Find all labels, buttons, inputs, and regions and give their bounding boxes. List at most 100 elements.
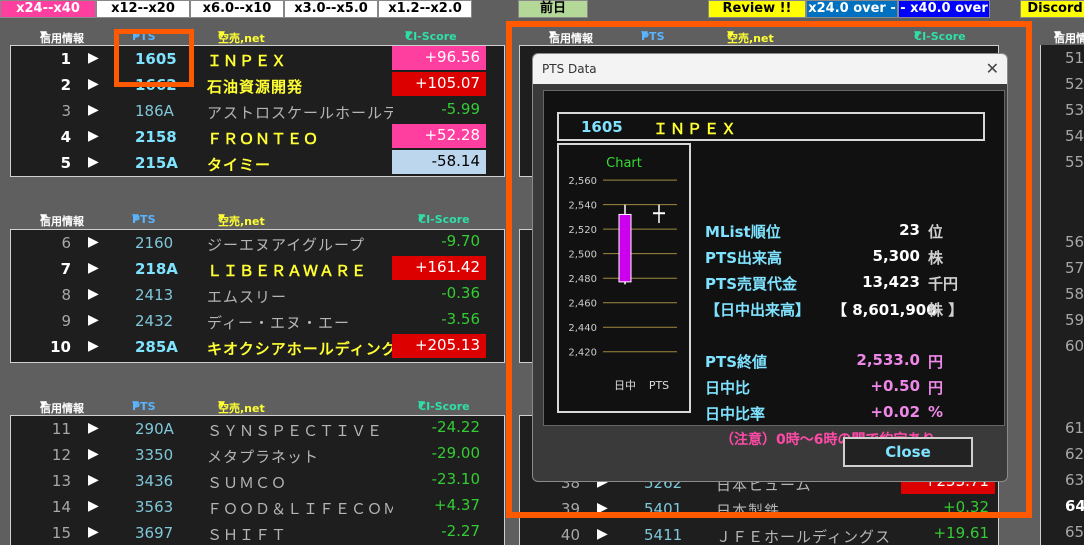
stock-name[interactable]: ディー・エヌ・エー bbox=[207, 312, 393, 333]
table-row[interactable]: 9 ▶ 2432 ディー・エヌ・エー -3.56 bbox=[11, 308, 504, 334]
play-icon[interactable]: ▶ bbox=[88, 446, 99, 462]
rank: 5 bbox=[60, 154, 71, 172]
play-icon[interactable]: ▶ bbox=[88, 76, 99, 92]
ci-score: +52.28 bbox=[392, 124, 486, 148]
stock-code[interactable]: 3436 bbox=[135, 472, 173, 490]
table-row[interactable]: 6 ▶ 2160 ジーエヌアイグループ -9.70 bbox=[11, 230, 504, 256]
play-icon[interactable]: ▶ bbox=[88, 524, 99, 540]
stock-name[interactable]: ＪＦＥホールディングス bbox=[716, 526, 902, 545]
stock-name[interactable]: ＬＩＢＥＲＡＷＡＲＥ bbox=[207, 260, 393, 281]
stock-table-1: 1 ▶ 1605 ＩＮＰＥＸ +96.56 2 ▶ 1662 石油資源開発 +105.07 3 ▶ 18… bbox=[10, 45, 505, 177]
stock-name[interactable]: ＳＹＮＳＰＥＣＴＩＶＥ bbox=[207, 420, 393, 441]
stock-code[interactable]: 2413 bbox=[135, 286, 173, 304]
table-row[interactable]: 13 ▶ 3436 ＳＵＭＣＯ -23.10 bbox=[11, 468, 504, 494]
stock-code[interactable]: 215A bbox=[135, 154, 178, 172]
header-credit[interactable]: 信用情報 bbox=[40, 400, 84, 416]
stock-name[interactable]: ジーエヌアイグループ bbox=[207, 234, 393, 255]
table-row[interactable]: 10 ▶ 285A キオクシアホールディングス +205.13 bbox=[11, 334, 504, 360]
header-score[interactable]: CI-Score bbox=[405, 30, 457, 43]
filter-button[interactable]: - x40.0 over bbox=[898, 0, 990, 18]
stock-name[interactable]: メタプラネット bbox=[207, 446, 393, 467]
rank: 52 bbox=[1065, 75, 1084, 93]
rank: 1 bbox=[60, 50, 71, 68]
header-score[interactable]: CI-Score bbox=[418, 213, 470, 226]
table-row[interactable]: 4 ▶ 2158 ＦＲＯＮＴＥＯ +52.28 bbox=[11, 124, 504, 150]
stock-code[interactable]: 2158 bbox=[135, 128, 177, 146]
table-row[interactable]: 7 ▶ 218A ＬＩＢＥＲＡＷＡＲＥ +161.42 bbox=[11, 256, 504, 282]
stock-name[interactable]: ＦＯＯＤ＆ＬＩＦＥＣＯＭＰ bbox=[207, 498, 393, 519]
rank: 64 bbox=[1065, 497, 1084, 515]
stock-code[interactable]: 218A bbox=[135, 260, 178, 278]
far-right-column: 51 52 53 54 55 56 57 58 59 60 61 62 63 64 65 bbox=[1040, 45, 1084, 545]
play-icon[interactable]: ▶ bbox=[88, 102, 99, 118]
rank: 11 bbox=[51, 420, 71, 438]
highlight-box-code bbox=[114, 29, 194, 87]
stock-name[interactable]: キオクシアホールディングス bbox=[207, 338, 393, 359]
table-row[interactable]: 1 ▶ 1605 ＩＮＰＥＸ +96.56 bbox=[11, 46, 504, 72]
stock-code[interactable]: 285A bbox=[135, 338, 178, 356]
table-row[interactable]: 40 ▶ 5411 ＪＦＥホールディングス +19.61 bbox=[520, 522, 998, 545]
play-icon[interactable]: ▶ bbox=[88, 50, 99, 66]
section-header-1: ▼ 信用情報 ▼ PTS ▼ 空売,net ▼ CI-Score bbox=[10, 26, 505, 46]
filter-button[interactable]: x24--x40 bbox=[0, 0, 96, 18]
stock-name[interactable]: タイミー bbox=[207, 154, 393, 175]
ci-score: +96.56 bbox=[392, 46, 486, 70]
play-icon[interactable]: ▶ bbox=[88, 472, 99, 488]
table-row[interactable]: 5 ▶ 215A タイミー -58.14 bbox=[11, 150, 504, 176]
filter-button[interactable]: x3.0--x5.0 bbox=[284, 0, 378, 18]
table-row[interactable]: 3 ▶ 186A アストロスケールホールディ -5.99 bbox=[11, 98, 504, 124]
header-short[interactable]: 空売,net bbox=[218, 400, 265, 416]
table-row[interactable]: 2 ▶ 1662 石油資源開発 +105.07 bbox=[11, 72, 504, 98]
play-icon[interactable]: ▶ bbox=[88, 312, 99, 328]
play-icon[interactable]: ▶ bbox=[88, 128, 99, 144]
header-pts[interactable]: PTS bbox=[132, 213, 156, 226]
header-pts[interactable]: PTS bbox=[132, 400, 156, 413]
play-icon[interactable]: ▶ bbox=[88, 498, 99, 514]
stock-name[interactable]: ＳＵＭＣＯ bbox=[207, 472, 393, 493]
header-short[interactable]: 空売,net bbox=[218, 213, 265, 229]
filter-button[interactable]: x1.2--x2.0 bbox=[378, 0, 472, 18]
rank: 65 bbox=[1065, 523, 1084, 541]
stock-code[interactable]: 3563 bbox=[135, 498, 173, 516]
stock-code[interactable]: 3697 bbox=[135, 524, 173, 542]
play-icon[interactable]: ▶ bbox=[88, 420, 99, 436]
stock-table-3: 11 ▶ 290A ＳＹＮＳＰＥＣＴＩＶＥ -24.22 12 ▶ 3350 メタプラネット -2… bbox=[10, 415, 505, 545]
header-score[interactable]: CI-Score bbox=[418, 400, 470, 413]
play-icon[interactable]: ▶ bbox=[88, 260, 99, 276]
stock-name[interactable]: ＩＮＰＥＸ bbox=[207, 50, 393, 71]
filter-button[interactable]: 前日 bbox=[518, 0, 588, 18]
filter-button[interactable]: x12--x20 bbox=[96, 0, 190, 18]
play-icon[interactable]: ▶ bbox=[88, 338, 99, 354]
stock-code[interactable]: 3350 bbox=[135, 446, 173, 464]
table-row[interactable]: 15 ▶ 3697 ＳＨＩＦＴ -2.27 bbox=[11, 520, 504, 545]
filter-button[interactable]: x24.0 over - bbox=[806, 0, 898, 18]
filter-button[interactable]: Review !! bbox=[708, 0, 806, 18]
table-row[interactable]: 8 ▶ 2413 エムスリー -0.36 bbox=[11, 282, 504, 308]
stock-code[interactable]: 186A bbox=[135, 102, 174, 120]
stock-name[interactable]: アストロスケールホールディ bbox=[207, 102, 393, 123]
stock-name[interactable]: ＳＨＩＦＴ bbox=[207, 524, 393, 545]
section-header-2: ▼ 信用情報 ▼ PTS ▼ 空売,net ▼ CI-Score bbox=[10, 209, 505, 229]
play-icon[interactable]: ▶ bbox=[88, 286, 99, 302]
stock-code[interactable]: 2160 bbox=[135, 234, 173, 252]
header-credit[interactable]: 信用情報 bbox=[40, 30, 84, 46]
stock-code[interactable]: 5411 bbox=[644, 526, 682, 544]
header-credit[interactable]: 信用情報 bbox=[40, 213, 84, 229]
stock-code[interactable]: 290A bbox=[135, 420, 174, 438]
stock-name[interactable]: エムスリー bbox=[207, 286, 393, 307]
stock-name[interactable]: ＦＲＯＮＴＥＯ bbox=[207, 128, 393, 149]
play-icon[interactable]: ▶ bbox=[88, 234, 99, 250]
header-short[interactable]: 空売,net bbox=[218, 30, 265, 46]
play-icon[interactable]: ▶ bbox=[88, 154, 99, 170]
stock-code[interactable]: 2432 bbox=[135, 312, 173, 330]
table-row[interactable]: 14 ▶ 3563 ＦＯＯＤ＆ＬＩＦＥＣＯＭＰ +4.37 bbox=[11, 494, 504, 520]
table-row[interactable]: 11 ▶ 290A ＳＹＮＳＰＥＣＴＩＶＥ -24.22 bbox=[11, 416, 504, 442]
table-row[interactable]: 12 ▶ 3350 メタプラネット -29.00 bbox=[11, 442, 504, 468]
rank: 3 bbox=[61, 102, 71, 120]
header-credit[interactable]: 信用情報 bbox=[1054, 30, 1084, 46]
filter-button[interactable]: Discord bbox=[1020, 0, 1084, 18]
stock-name[interactable]: 石油資源開発 bbox=[207, 76, 393, 97]
ci-score: +205.13 bbox=[392, 334, 486, 358]
filter-button[interactable]: x6.0--x10 bbox=[190, 0, 284, 18]
play-icon[interactable]: ▶ bbox=[597, 526, 608, 542]
